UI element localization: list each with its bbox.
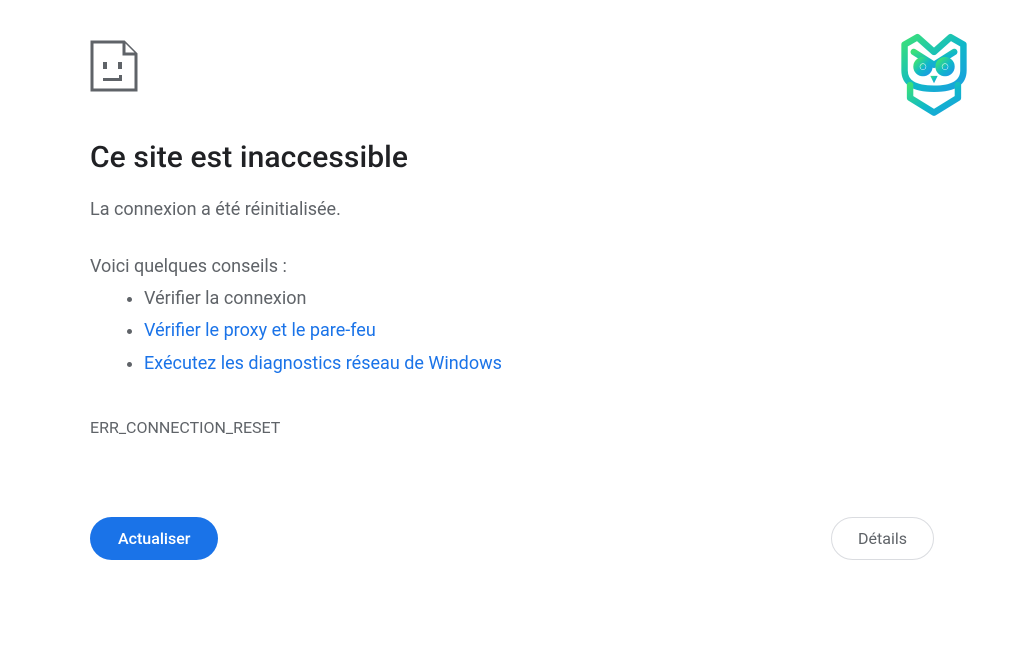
tips-intro: Voici quelques conseils : (90, 256, 934, 277)
tip-item: Exécutez les diagnostics réseau de Windo… (144, 348, 934, 380)
tip-text: Vérifier la connexion (144, 288, 306, 309)
tips-list: Vérifier la connexion Vérifier le proxy … (90, 283, 934, 380)
error-code: ERR_CONNECTION_RESET (90, 418, 934, 437)
owl-logo-icon (888, 28, 980, 120)
tip-link-diagnostics[interactable]: Exécutez les diagnostics réseau de Windo… (144, 353, 502, 374)
button-row: Actualiser Détails (90, 517, 934, 560)
details-button[interactable]: Détails (831, 517, 934, 560)
refresh-button[interactable]: Actualiser (90, 517, 218, 560)
page-title: Ce site est inaccessible (90, 140, 934, 175)
error-subtitle: La connexion a été réinitialisée. (90, 199, 934, 220)
tip-link-proxy[interactable]: Vérifier le proxy et le pare-feu (144, 320, 376, 341)
error-page: Ce site est inaccessible La connexion a … (0, 0, 1024, 560)
tip-item: Vérifier la connexion (144, 283, 934, 315)
tip-item: Vérifier le proxy et le pare-feu (144, 315, 934, 347)
sad-page-icon (90, 40, 934, 92)
